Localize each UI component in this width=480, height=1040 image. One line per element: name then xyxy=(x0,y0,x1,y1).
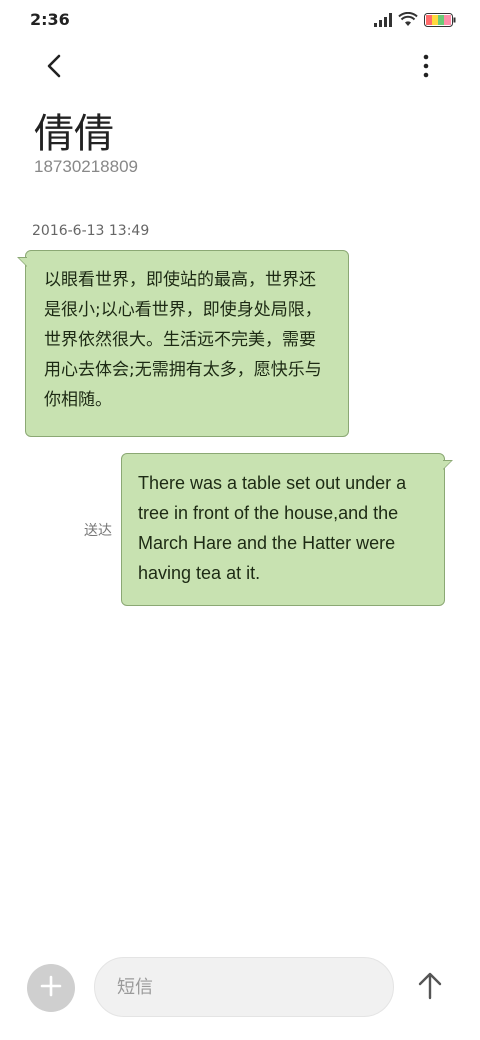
contact-number: 18730218809 xyxy=(34,157,139,176)
message-timestamp: 2016-6-13 13:49 xyxy=(32,223,150,239)
wifi-icon xyxy=(398,11,418,31)
sms-input[interactable] xyxy=(94,957,394,1017)
incoming-message-bubble[interactable]: 以眼看世界，即使站的最高，世界还是很小;以心看世界，即使身处局限，世界依然很大。… xyxy=(17,250,349,437)
add-attachment-button[interactable] xyxy=(27,964,75,1012)
signal-icon xyxy=(374,12,392,31)
outgoing-message-bubble[interactable]: There was a table set out under a tree i… xyxy=(121,453,453,606)
delivery-status: 送达 xyxy=(84,523,112,539)
arrow-up-icon xyxy=(418,972,442,1004)
status-bar: 2:36 xyxy=(0,0,480,42)
more-options-button[interactable] xyxy=(408,50,444,86)
more-vertical-icon xyxy=(423,54,429,82)
send-button[interactable] xyxy=(410,968,450,1008)
contact-name: 倩倩 xyxy=(34,111,114,157)
composer-bar xyxy=(0,950,480,1030)
back-button[interactable] xyxy=(36,50,72,86)
status-icons xyxy=(374,11,456,31)
incoming-message-text: 以眼看世界，即使站的最高，世界还是很小;以心看世界，即使身处局限，世界依然很大。… xyxy=(44,270,322,410)
plus-icon xyxy=(40,975,62,1001)
status-time: 2:36 xyxy=(30,10,70,29)
outgoing-message-text: There was a table set out under a tree i… xyxy=(138,473,407,583)
battery-icon xyxy=(424,12,456,31)
chevron-left-icon xyxy=(46,54,62,82)
